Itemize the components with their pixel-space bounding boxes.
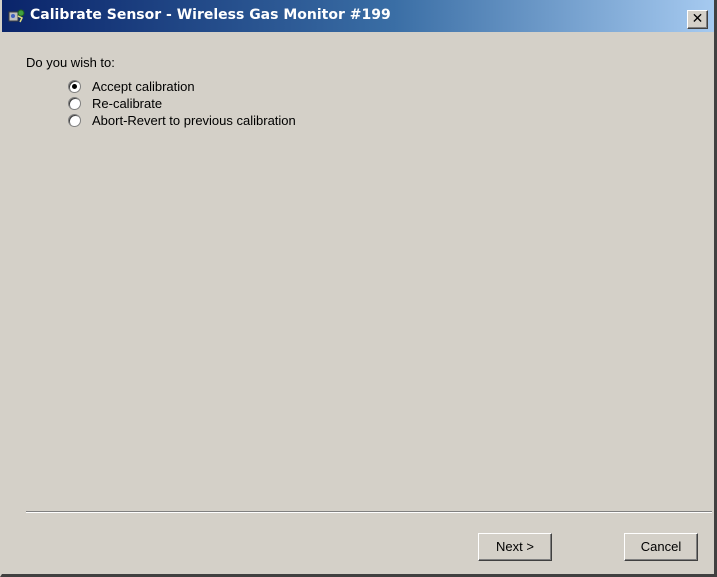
option-abort-revert[interactable]: Abort-Revert to previous calibration bbox=[68, 113, 368, 130]
accept-calibration-radio[interactable] bbox=[68, 80, 81, 93]
title-bar[interactable]: Calibrate Sensor - Wireless Gas Monitor … bbox=[2, 0, 714, 32]
calibrate-sensor-dialog: Calibrate Sensor - Wireless Gas Monitor … bbox=[0, 0, 717, 577]
close-icon: ✕ bbox=[691, 11, 704, 27]
window-title: Calibrate Sensor - Wireless Gas Monitor … bbox=[30, 7, 391, 23]
option-re-calibrate[interactable]: Re-calibrate bbox=[68, 96, 368, 113]
prompt-text: Do you wish to: bbox=[26, 55, 115, 70]
footer-separator bbox=[26, 511, 712, 513]
abort-revert-radio[interactable] bbox=[68, 114, 81, 127]
next-button[interactable]: Next > bbox=[478, 533, 552, 561]
close-button[interactable]: ✕ bbox=[687, 10, 708, 29]
re-calibrate-radio[interactable] bbox=[68, 97, 81, 110]
gas-monitor-icon bbox=[8, 8, 26, 24]
re-calibrate-label[interactable]: Re-calibrate bbox=[92, 96, 162, 111]
abort-revert-label[interactable]: Abort-Revert to previous calibration bbox=[92, 113, 296, 128]
option-accept-calibration[interactable]: Accept calibration bbox=[68, 79, 368, 96]
accept-calibration-label[interactable]: Accept calibration bbox=[92, 79, 195, 94]
calibration-options: Accept calibration Re-calibrate Abort-Re… bbox=[68, 79, 368, 130]
cancel-button[interactable]: Cancel bbox=[624, 533, 698, 561]
